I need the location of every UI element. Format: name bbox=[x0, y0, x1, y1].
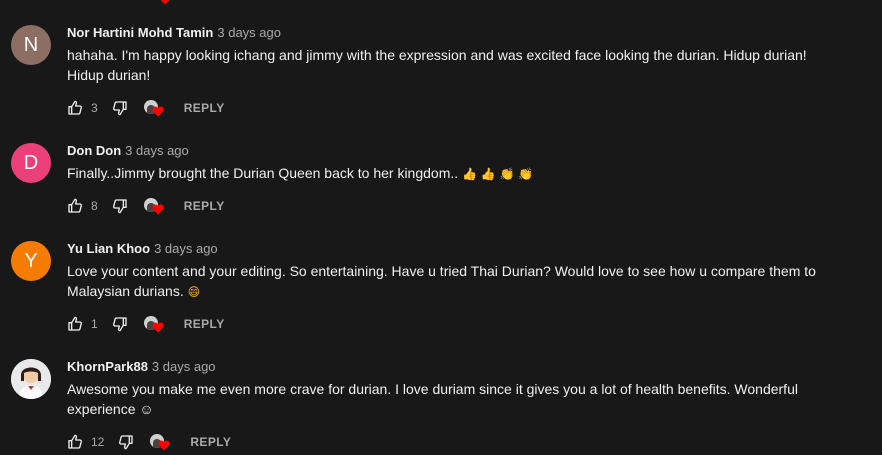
like-count: 12 bbox=[91, 435, 105, 449]
comment-actions: 12 REPLY bbox=[67, 430, 231, 454]
thumbs-up-icon[interactable] bbox=[67, 434, 83, 450]
creator-heart-icon bbox=[158, 440, 170, 451]
like-count: 8 bbox=[91, 199, 98, 213]
comment-text: Love your content and your editing. So e… bbox=[67, 261, 842, 302]
thumbs-down-icon[interactable] bbox=[112, 198, 128, 214]
thumbs-up-icon[interactable] bbox=[67, 100, 83, 116]
reply-button[interactable]: REPLY bbox=[184, 317, 225, 331]
reply-button[interactable]: REPLY bbox=[184, 101, 225, 115]
comment-actions: 8 REPLY bbox=[67, 194, 225, 218]
creator-heart-badge bbox=[142, 195, 166, 217]
creator-heart-icon bbox=[152, 204, 164, 215]
creator-heart-icon bbox=[152, 106, 164, 117]
thumbs-down-icon[interactable] bbox=[118, 434, 134, 450]
comment-author[interactable]: Yu Lian Khoo bbox=[67, 241, 150, 256]
creator-heart-icon bbox=[160, 0, 170, 5]
comment-item: Y Yu Lian Khoo 3 days ago Love your conte… bbox=[0, 240, 882, 340]
avatar[interactable]: Y bbox=[11, 241, 51, 281]
avatar[interactable] bbox=[11, 359, 51, 399]
comment-emojis: 👍 👍 👏 👏 bbox=[462, 167, 534, 181]
comment-text: hahaha. I'm happy looking ichang and jim… bbox=[67, 47, 807, 83]
creator-heart-icon bbox=[152, 322, 164, 333]
thumbs-down-icon[interactable] bbox=[112, 100, 128, 116]
comment-item: KhornPark88 3 days ago Awesome you make m… bbox=[0, 358, 882, 455]
comment-author[interactable]: KhornPark88 bbox=[67, 359, 148, 374]
comment-timestamp[interactable]: 3 days ago bbox=[217, 25, 281, 40]
comment-emojis: 😄 bbox=[187, 285, 201, 299]
comment-timestamp[interactable]: 3 days ago bbox=[154, 241, 218, 256]
comment-actions: 3 REPLY bbox=[67, 96, 225, 120]
like-count: 1 bbox=[91, 317, 98, 331]
comment-text-content: Love your content and your editing. So e… bbox=[67, 263, 816, 299]
comment-author[interactable]: Nor Hartini Mohd Tamin bbox=[67, 25, 213, 40]
thumbs-up-icon[interactable] bbox=[67, 198, 83, 214]
creator-heart-badge bbox=[142, 97, 166, 119]
comment-text: Finally..Jimmy brought the Durian Queen … bbox=[67, 163, 842, 184]
creator-heart-badge bbox=[148, 431, 172, 453]
reply-button[interactable]: REPLY bbox=[184, 199, 225, 213]
like-count: 3 bbox=[91, 101, 98, 115]
profile-photo-icon bbox=[11, 359, 51, 399]
comment-item: N Nor Hartini Mohd Tamin 3 days ago hahah… bbox=[0, 24, 882, 124]
comment-text-content: Finally..Jimmy brought the Durian Queen … bbox=[67, 165, 459, 181]
avatar[interactable]: D bbox=[11, 143, 51, 183]
comment-timestamp[interactable]: 3 days ago bbox=[125, 143, 189, 158]
creator-heart-badge bbox=[142, 313, 166, 335]
comment-author[interactable]: Don Don bbox=[67, 143, 121, 158]
reply-button[interactable]: REPLY bbox=[190, 435, 231, 449]
thumbs-up-icon[interactable] bbox=[67, 316, 83, 332]
comment-timestamp[interactable]: 3 days ago bbox=[152, 359, 216, 374]
comments-section: N Nor Hartini Mohd Tamin 3 days ago hahah… bbox=[0, 0, 882, 455]
thumbs-down-icon[interactable] bbox=[112, 316, 128, 332]
comment-actions: 1 REPLY bbox=[67, 312, 225, 336]
comment-text: Awesome you make me even more crave for … bbox=[67, 381, 798, 417]
avatar[interactable]: N bbox=[11, 25, 51, 65]
comment-item: D Don Don 3 days ago Finally..Jimmy broug… bbox=[0, 142, 882, 222]
